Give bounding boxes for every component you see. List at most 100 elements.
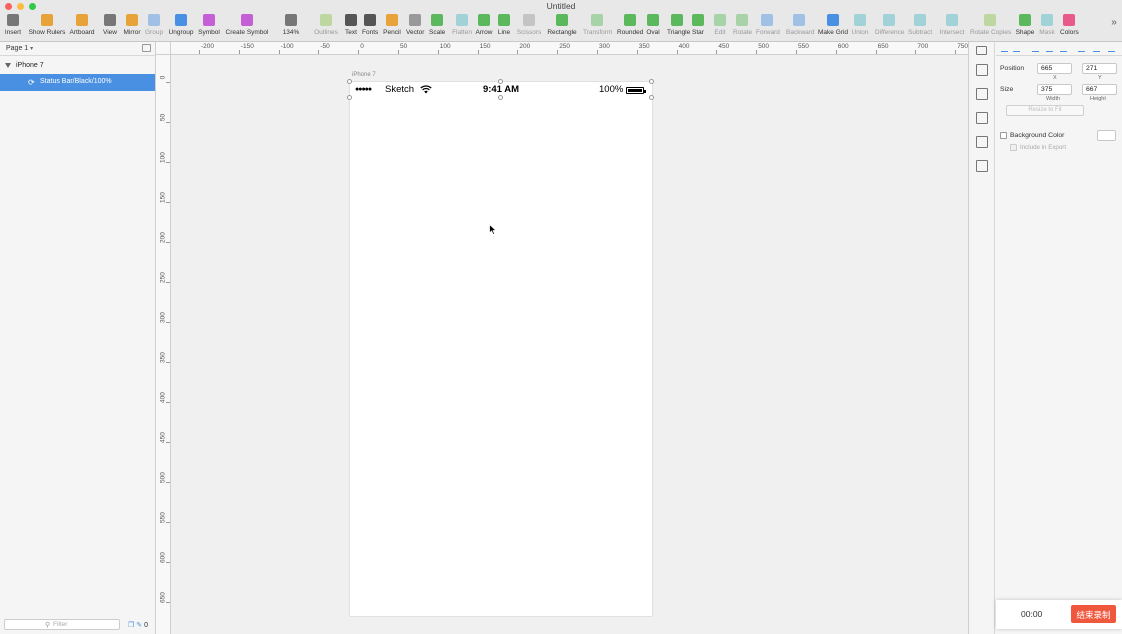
toolbar-134--button[interactable]: 134%: [282, 14, 300, 41]
toolbar-flatten-button[interactable]: Flatten: [451, 14, 473, 41]
ruler-label: 400: [159, 392, 167, 403]
toolbar-pencil-button[interactable]: Pencil: [383, 14, 401, 41]
layer-item-status-bar[interactable]: ⟳ Status Bar/Black/100%: [0, 74, 155, 91]
align-bottom-icon[interactable]: [1108, 46, 1115, 52]
toolbar-subtract-button[interactable]: Subtract: [908, 14, 932, 41]
align-right-icon[interactable]: [1060, 46, 1067, 52]
pen-icon[interactable]: ✎: [136, 622, 142, 629]
artboard-title[interactable]: iPhone 7: [352, 72, 376, 78]
toolbar-ungroup-button[interactable]: Ungroup: [168, 14, 194, 41]
align-center-icon[interactable]: [1032, 46, 1039, 52]
resize-to-fit-button[interactable]: Resize to Fit: [1006, 105, 1084, 116]
toolbar-intersect-button[interactable]: Intersect: [939, 14, 965, 41]
stop-recording-button[interactable]: 结束录制: [1071, 605, 1116, 623]
toolbar-rounded-button[interactable]: Rounded: [617, 14, 643, 41]
toolbar-label: Make Grid: [818, 29, 848, 36]
ruler-label: 300: [599, 43, 610, 50]
toolbar-oval-button[interactable]: Oval: [646, 14, 660, 41]
toolbar-transform-button[interactable]: Transform: [583, 14, 612, 41]
layers-style-icon[interactable]: [976, 88, 988, 100]
toolbar-label: Group: [145, 29, 164, 36]
duplicate-icon[interactable]: ❐: [128, 622, 134, 629]
ruler-tick: [318, 50, 320, 54]
toolbar-text-button[interactable]: Text: [345, 14, 357, 41]
align-left-icon[interactable]: [1001, 46, 1008, 52]
toolbar-star-button[interactable]: Star: [692, 14, 704, 41]
ruler-tick: [166, 162, 170, 163]
triangle-icon: [671, 14, 683, 26]
selection-handle[interactable]: [649, 95, 654, 100]
toolbar-show-rulers-button[interactable]: Show Rulers: [27, 14, 67, 41]
toolbar-fonts-button[interactable]: Fonts: [362, 14, 378, 41]
include-in-export-checkbox[interactable]: [1010, 144, 1017, 151]
toolbar-create-symbol-button[interactable]: Create Symbol: [224, 14, 270, 41]
toolbar-edit-button[interactable]: Edit: [713, 14, 727, 41]
disclosure-triangle-icon[interactable]: [5, 63, 11, 68]
width-field[interactable]: 375: [1037, 84, 1072, 95]
symbol-icon: ⟳: [28, 78, 35, 87]
height-field[interactable]: 667: [1082, 84, 1117, 95]
toolbar-symbol-button[interactable]: Symbol: [198, 14, 220, 41]
toolbar-view-button[interactable]: View: [100, 14, 120, 41]
selection-handle[interactable]: [347, 95, 352, 100]
toolbar-label: Create Symbol: [225, 29, 269, 36]
artboard-iphone-7[interactable]: ●●●●● Sketch 9:41 AM 100%: [350, 82, 652, 616]
selection-handle[interactable]: [649, 79, 654, 84]
toolbar-backward-button[interactable]: Backward: [786, 14, 815, 41]
toolbar-colors-button[interactable]: Colors: [1060, 14, 1079, 41]
toolbar-vector-button[interactable]: Vector: [406, 14, 424, 41]
toolbar-mask-button[interactable]: Mask: [1039, 14, 1055, 41]
layer-label: Status Bar/Black/100%: [40, 78, 112, 85]
background-color-swatch[interactable]: [1097, 130, 1116, 141]
mouse-cursor-icon: [489, 224, 497, 235]
toolbar-insert-button[interactable]: Insert: [2, 14, 24, 41]
toolbar-arrow-button[interactable]: Arrow: [475, 14, 493, 41]
page-selector[interactable]: Page 1 ▾: [0, 42, 155, 56]
export-icon[interactable]: [976, 64, 988, 76]
toolbar-difference-button[interactable]: Difference: [875, 14, 905, 41]
layer-footer-controls[interactable]: ❐ ✎ 0: [128, 621, 148, 629]
toggle-pages-button[interactable]: [142, 44, 151, 52]
ruler-label: 250: [559, 43, 571, 50]
toolbar-shape-button[interactable]: Shape: [1015, 14, 1035, 41]
selection-handle[interactable]: [347, 79, 352, 84]
text-icon: [345, 14, 357, 26]
toolbar-label: Mask: [1039, 29, 1055, 36]
vertical-ruler[interactable]: 0 50 100 150 200 250 300 350 400 450 500 550 600 650: [156, 55, 171, 634]
selection-handle[interactable]: [498, 95, 503, 100]
inspector-toggle-icon[interactable]: [976, 46, 987, 55]
battery-icon: [626, 87, 646, 94]
selection-handle[interactable]: [498, 79, 503, 84]
x-position-field[interactable]: 665: [1037, 63, 1072, 74]
toolbar-group-button[interactable]: Group: [145, 14, 163, 41]
align-middle-icon[interactable]: [1046, 46, 1053, 52]
distribute-vertical-icon[interactable]: [1093, 46, 1100, 52]
toolbar-forward-button[interactable]: Forward: [756, 14, 780, 41]
align-top-icon[interactable]: [1078, 46, 1085, 52]
symbol-override-icon[interactable]: [976, 136, 988, 148]
layer-filter-input[interactable]: ⚲ Filter: [4, 619, 120, 630]
toolbar-union-button[interactable]: Union: [851, 14, 869, 41]
toolbar-outlines-button[interactable]: Outlines: [314, 14, 338, 41]
rounded-icon: [624, 14, 636, 26]
toolbar-artboard-button[interactable]: Artboard: [68, 14, 96, 41]
toolbar-scissors-button[interactable]: Scissors: [516, 14, 542, 41]
toolbar-triangle-button[interactable]: Triangle: [667, 14, 690, 41]
toolbar-make-grid-button[interactable]: Make Grid: [818, 14, 848, 41]
distribute-horizontal-icon[interactable]: [1013, 46, 1020, 52]
chevron-double-right-icon[interactable]: »: [1108, 17, 1120, 44]
toolbar-label: Edit: [714, 29, 726, 36]
toolbar-rotate-button[interactable]: Rotate: [733, 14, 752, 41]
resize-icon[interactable]: [976, 160, 988, 172]
text-style-icon[interactable]: [976, 112, 988, 124]
toolbar-line-button[interactable]: Line: [497, 14, 511, 41]
layer-item-artboard[interactable]: iPhone 7: [0, 58, 155, 74]
background-color-checkbox[interactable]: [1000, 132, 1007, 139]
toolbar-rectangle-button[interactable]: Rectangle: [547, 14, 577, 41]
intersect-icon: [946, 14, 958, 26]
horizontal-ruler[interactable]: -200 -150 -100 -50 0 50 100 150 200 250 300 350 400 4…: [171, 42, 968, 55]
toolbar-scale-button[interactable]: Scale: [429, 14, 445, 41]
toolbar-rotate-copies-button[interactable]: Rotate Copies: [970, 14, 1011, 41]
toolbar-mirror-button[interactable]: Mirror: [122, 14, 142, 41]
y-position-field[interactable]: 271: [1082, 63, 1117, 74]
